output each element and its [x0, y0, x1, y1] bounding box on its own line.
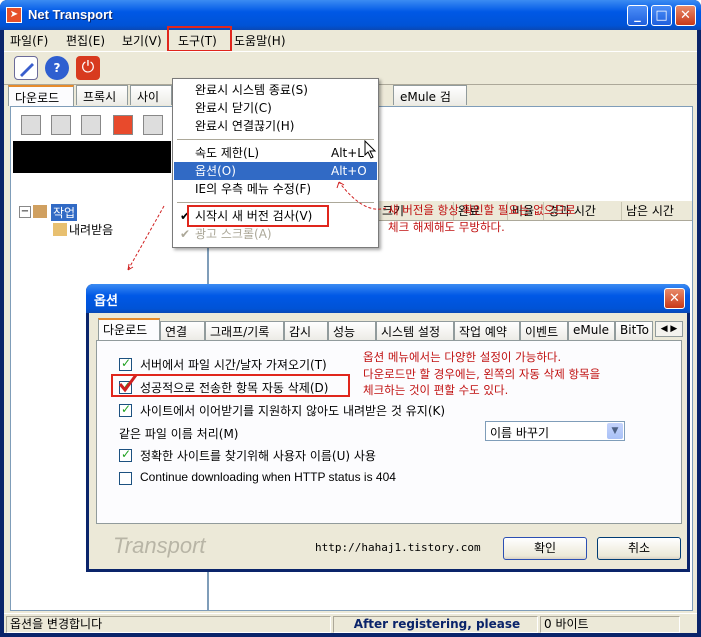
option-server-time-checkbox[interactable] — [119, 356, 132, 371]
annotation-line: 다운로드만 할 경우에는, 왼쪽의 자동 삭제 항목을 — [363, 366, 601, 381]
dialog-tab-event[interactable]: 이벤트 — [520, 321, 568, 340]
ok-button[interactable]: 확인 — [503, 537, 587, 560]
window-title: Net Transport — [28, 7, 113, 22]
option-keep-partial-label: 사이트에서 이어받기를 지원하지 않아도 내려받은 것 유지(K) — [140, 404, 446, 418]
blog-url: http://hahaj1.tistory.com — [315, 541, 481, 554]
maximize-button[interactable]: □ — [651, 5, 672, 26]
app-window: ➤ Net Transport _ □ ✕ 파일(F) 편집(E) 보기(V) … — [0, 0, 701, 637]
dialog-close-button[interactable]: ✕ — [664, 288, 685, 309]
dialog-tab-connection[interactable]: 연결 — [160, 321, 205, 340]
option-continue-404-checkbox[interactable] — [119, 472, 132, 485]
option-server-time-label: 서버에서 파일 시간/날자 가져오기(T) — [140, 358, 327, 372]
app-icon: ➤ — [6, 7, 22, 23]
annotation-line: 체크하는 것이 편할 수도 있다. — [363, 383, 509, 397]
chevron-down-icon[interactable]: ▼ — [607, 423, 623, 439]
dialog-tab-bittorrent[interactable]: BitTo — [615, 321, 653, 340]
option-username-checkbox[interactable] — [119, 447, 132, 462]
annotation-line: 옵션 메뉴에서는 다양한 설정이 가능하다. — [363, 350, 562, 364]
close-button[interactable]: ✕ — [675, 5, 696, 26]
same-name-value: 이름 바꾸기 — [490, 426, 550, 440]
option-keep-partial-checkbox[interactable] — [119, 402, 132, 417]
dialog-tab-download[interactable]: 다운로드 — [98, 318, 160, 341]
dialog-tab-monitor[interactable]: 감시 — [284, 321, 328, 340]
dialog-body: 다운로드 연결 그래프/기록 감시 성능 시스템 설정 작업 예약 이벤트 eM… — [89, 313, 687, 569]
dialog-title: 옵션 — [94, 294, 118, 309]
status-bytes: 0 바이트 — [540, 616, 680, 633]
same-name-label: 같은 파일 이름 처리(M) — [119, 427, 239, 441]
title-bar[interactable]: ➤ Net Transport _ □ ✕ — [0, 0, 701, 30]
options-dialog: 옵션 ✕ 다운로드 연결 그래프/기록 감시 성능 시스템 설정 작업 예약 이… — [86, 284, 690, 572]
cancel-button[interactable]: 취소 — [597, 537, 681, 560]
dialog-tab-graph[interactable]: 그래프/기록 — [205, 321, 284, 340]
status-register-notice: After registering, please — [333, 616, 538, 633]
auto-delete-highlight — [111, 374, 350, 397]
same-name-select[interactable]: 이름 바꾸기 ▼ — [485, 421, 625, 441]
option-continue-404-label: Continue downloading when HTTP status is… — [140, 470, 396, 484]
tab-scroll-arrows-icon[interactable]: ◀ ▶ — [655, 321, 683, 337]
minimize-button[interactable]: _ — [627, 5, 648, 26]
dialog-tab-performance[interactable]: 성능 — [328, 321, 376, 340]
dialog-tab-emule[interactable]: eMule — [568, 321, 615, 340]
dialog-tab-schedule[interactable]: 작업 예약 — [454, 321, 520, 340]
brand-watermark: Transport — [113, 533, 206, 558]
option-username-label: 정확한 사이트를 찾기위해 사용자 이름(U) 사용 — [140, 449, 376, 463]
dialog-title-bar[interactable]: 옵션 ✕ — [86, 284, 690, 313]
status-message: 옵션을 변경합니다 — [6, 616, 331, 633]
status-bar: 옵션을 변경합니다 After registering, please 0 바이… — [4, 613, 697, 633]
download-options-pane: 서버에서 파일 시간/날자 가져오기(T) 성공적으로 전송한 항목 자동 삭제… — [96, 340, 682, 524]
annotation-options-note: 옵션 메뉴에서는 다양한 설정이 가능하다. 다운로드만 할 경우에는, 왼쪽의… — [363, 349, 600, 399]
dialog-tab-system[interactable]: 시스템 설정 — [376, 321, 454, 340]
